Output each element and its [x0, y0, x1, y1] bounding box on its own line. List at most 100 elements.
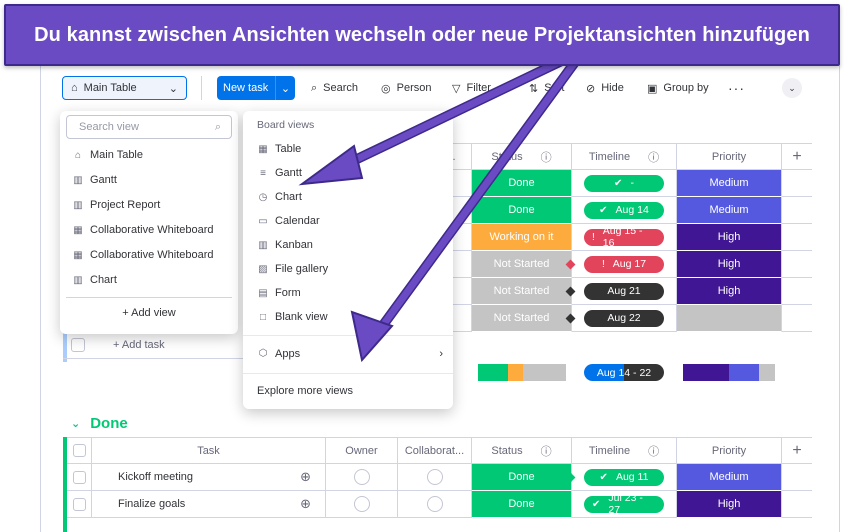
board-view-label: Calendar: [275, 215, 320, 227]
priority-cell[interactable]: High: [677, 278, 782, 305]
board-view-item[interactable]: ▥ Kanban: [257, 239, 313, 251]
collaborator-cell[interactable]: [398, 491, 472, 518]
status-cell[interactable]: Done: [472, 464, 572, 491]
board-view-item[interactable]: ≡ Gantt: [257, 167, 302, 179]
timeline-cell[interactable]: ✔ Jul 23 - 27: [572, 491, 677, 518]
column-header-status[interactable]: Status ⓘ: [472, 143, 572, 170]
timeline-cell[interactable]: Aug 21: [565, 278, 677, 305]
board-view-item[interactable]: ▤ Form: [257, 287, 300, 299]
view-list-item[interactable]: ▥ Chart: [72, 274, 117, 286]
timeline-cell[interactable]: ! Aug 15 - 16: [572, 224, 677, 251]
board-view-item[interactable]: □ Blank view: [257, 311, 328, 323]
column-header-timeline[interactable]: Timeline ⓘ: [572, 143, 677, 170]
search-view-input[interactable]: Search view ⌕: [66, 115, 232, 139]
search-button[interactable]: ⌕ Search: [311, 76, 358, 100]
timeline-label: Aug 11: [615, 471, 649, 483]
timeline-pill[interactable]: ! Aug 15 - 16: [584, 225, 664, 249]
sort-button[interactable]: ⇅ Sort: [529, 76, 564, 100]
collapse-toolbar-icon[interactable]: ⌄: [782, 78, 802, 98]
timeline-cell[interactable]: ✔ Aug 14: [572, 197, 677, 224]
board-view-item[interactable]: ◷ Chart: [257, 191, 302, 203]
priority-cell[interactable]: Medium: [677, 170, 782, 197]
timeline-pill[interactable]: Aug 21: [584, 282, 664, 300]
view-list-item[interactable]: ▥ Project Report: [72, 199, 160, 211]
status-cell[interactable]: Not Started: [472, 251, 572, 278]
view-switcher-dropdown[interactable]: ⌂ Main Table ⌄: [62, 76, 187, 100]
select-all-checkbox[interactable]: [72, 444, 86, 457]
more-options-icon[interactable]: ···: [728, 76, 745, 100]
group-done-header[interactable]: ⌄ Done: [71, 415, 128, 432]
owner-cell[interactable]: [326, 491, 398, 518]
column-header-timeline[interactable]: Timeline ⓘ: [572, 437, 677, 464]
group-done-title[interactable]: Done: [90, 415, 128, 432]
status-cell[interactable]: Working on it: [472, 224, 572, 251]
status-cell[interactable]: Done: [472, 197, 572, 224]
priority-cell[interactable]: High: [677, 224, 782, 251]
owner-cell[interactable]: [326, 464, 398, 491]
view-list-item[interactable]: ▦ Collaborative Whiteboard: [72, 224, 213, 236]
task-cell[interactable]: Kickoff meeting ⊕: [92, 464, 326, 491]
chevron-right-icon: ›: [439, 348, 443, 360]
status-cell[interactable]: Not Started: [472, 305, 572, 332]
timeline-cell[interactable]: ✔ -: [572, 170, 677, 197]
hide-button[interactable]: ⊘ Hide: [586, 76, 624, 100]
task-name[interactable]: Kickoff meeting: [118, 471, 193, 483]
status-label: Not Started: [493, 312, 550, 324]
status-cell[interactable]: Done: [472, 170, 572, 197]
timeline-pill[interactable]: ✔ Aug 11: [584, 468, 664, 486]
view-list-item[interactable]: ▦ Collaborative Whiteboard: [72, 249, 213, 261]
chevron-down-icon[interactable]: ⌄: [71, 417, 80, 430]
row-select-cell[interactable]: [67, 491, 92, 518]
board-view-item[interactable]: ▭ Calendar: [257, 215, 320, 227]
row-checkbox[interactable]: [72, 470, 86, 484]
collaborator-cell[interactable]: [398, 464, 472, 491]
add-task-checkbox[interactable]: [71, 338, 85, 352]
board-views-menu: Board views ▦ Table ≡ Gantt ◷ Chart ▭ Calendar ▥…: [243, 111, 453, 409]
view-list-item[interactable]: ⌂ Main Table: [72, 149, 143, 161]
board-view-item[interactable]: ▨ File gallery: [257, 263, 328, 275]
add-column-icon[interactable]: +: [782, 437, 812, 464]
timeline-pill[interactable]: ✔ -: [584, 174, 664, 192]
new-task-chevron-icon[interactable]: ⌄: [275, 76, 295, 100]
column-header-task[interactable]: Task: [92, 437, 326, 464]
column-header-collaborator[interactable]: Collaborat...: [398, 437, 472, 464]
column-header-priority[interactable]: Priority: [677, 437, 782, 464]
timeline-pill[interactable]: ✔ Aug 14: [584, 201, 664, 219]
board-view-item[interactable]: ▦ Table: [257, 143, 301, 155]
column-header-owner[interactable]: Owner: [326, 437, 398, 464]
status-cell[interactable]: Not Started: [472, 278, 572, 305]
priority-cell[interactable]: Medium: [677, 464, 782, 491]
timeline-pill[interactable]: Aug 22: [584, 309, 664, 327]
explore-more-views-item[interactable]: Explore more views: [257, 385, 353, 397]
priority-cell[interactable]: Medium: [677, 197, 782, 224]
check-icon: ✔: [599, 204, 608, 216]
column-header-status[interactable]: Status ⓘ: [472, 437, 572, 464]
add-update-icon[interactable]: ⊕: [300, 469, 311, 485]
add-column-icon[interactable]: +: [782, 143, 812, 170]
task-name[interactable]: Finalize goals: [118, 498, 185, 510]
add-view-button[interactable]: + Add view: [60, 307, 238, 319]
select-all-cell[interactable]: [67, 437, 92, 464]
person-filter-button[interactable]: ◎ Person: [381, 76, 431, 100]
timeline-cell[interactable]: ! Aug 17: [565, 251, 677, 278]
timeline-pill[interactable]: ! Aug 17: [584, 255, 664, 273]
menu-divider: [66, 297, 232, 298]
group-by-button[interactable]: ▣ Group by: [647, 76, 709, 100]
timeline-cell[interactable]: ✔ Aug 11: [565, 464, 677, 491]
apps-menu-item[interactable]: ⬡ Apps ›: [257, 348, 443, 360]
status-cell[interactable]: Done: [472, 491, 572, 518]
new-task-button[interactable]: New task ⌄: [217, 76, 295, 100]
timeline-cell[interactable]: Aug 22: [565, 305, 677, 332]
add-update-icon[interactable]: ⊕: [300, 496, 311, 512]
task-cell[interactable]: Finalize goals ⊕: [92, 491, 326, 518]
row-select-cell[interactable]: [67, 464, 92, 491]
priority-cell[interactable]: High: [677, 251, 782, 278]
column-header-priority[interactable]: Priority: [677, 143, 782, 170]
row-checkbox[interactable]: [72, 497, 86, 511]
timeline-pill[interactable]: ✔ Jul 23 - 27: [584, 492, 664, 516]
view-list-item[interactable]: ▥ Gantt: [72, 174, 117, 186]
priority-cell[interactable]: [677, 305, 782, 332]
priority-cell[interactable]: High: [677, 491, 782, 518]
view-item-label: Project Report: [90, 199, 161, 211]
filter-button[interactable]: ▽ Filter: [452, 76, 491, 100]
